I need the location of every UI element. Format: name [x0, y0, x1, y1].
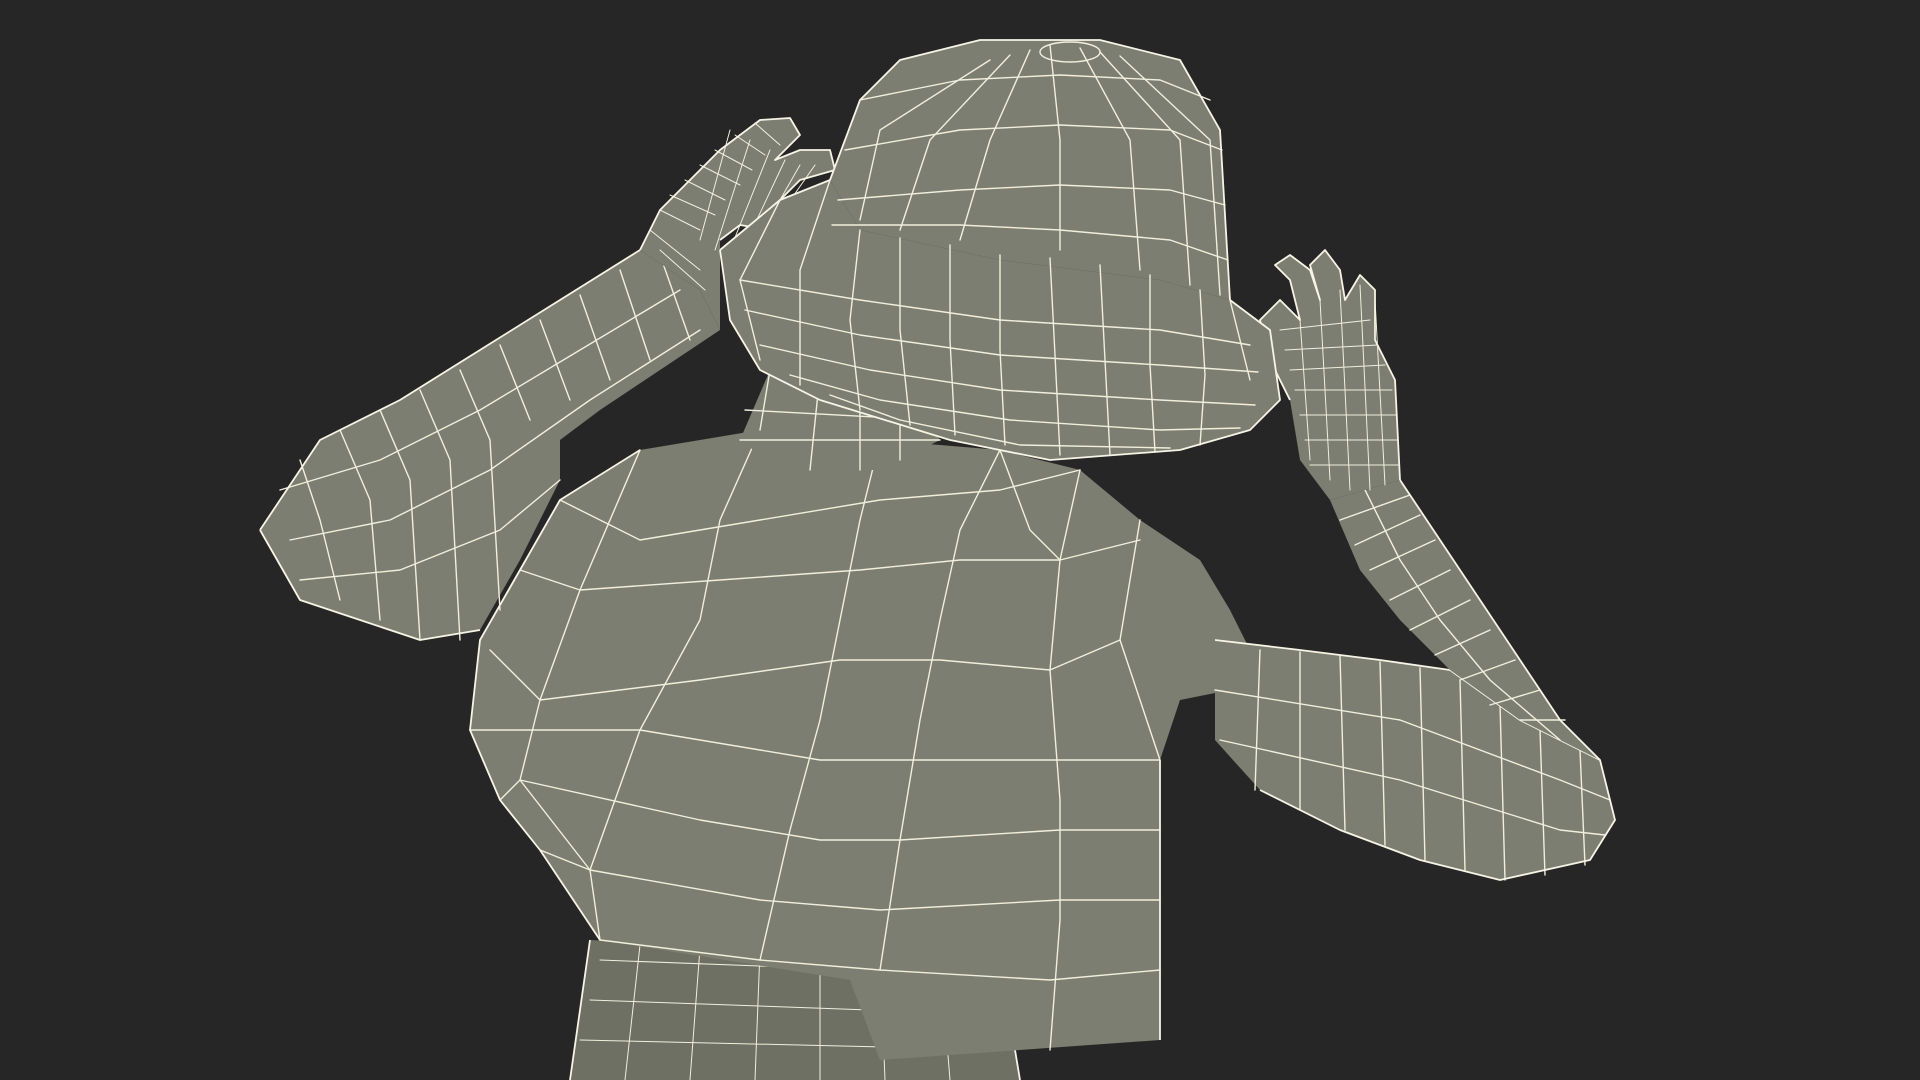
right-upper-arm-mesh	[1214, 639, 1616, 881]
render-viewport	[0, 0, 1920, 1080]
wireframe-scene	[259, 39, 1616, 1080]
right-hand-mesh	[1259, 249, 1401, 500]
